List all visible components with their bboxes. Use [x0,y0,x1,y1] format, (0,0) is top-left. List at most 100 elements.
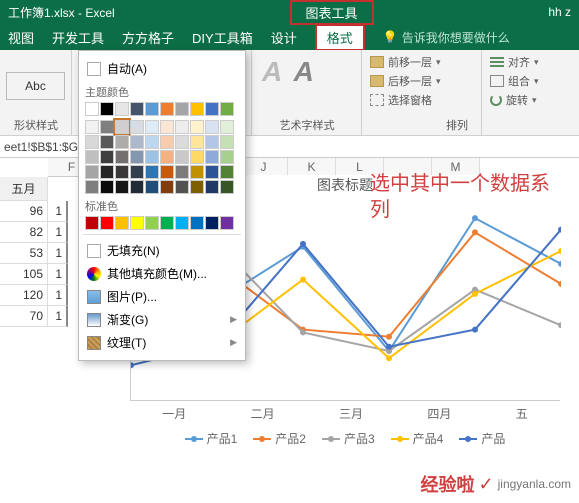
color-swatch[interactable] [175,150,189,164]
color-swatch[interactable] [190,165,204,179]
data-cell[interactable]: 1 [48,285,68,306]
color-swatch[interactable] [130,165,144,179]
color-swatch[interactable] [175,120,189,134]
color-swatch[interactable] [100,135,114,149]
group-button[interactable]: 组合▾ [490,73,544,89]
color-swatch[interactable] [160,135,174,149]
tab-design[interactable]: 设计 [271,28,297,47]
color-swatch[interactable] [190,120,204,134]
color-swatch[interactable] [115,135,129,149]
data-cell[interactable]: 120 [0,285,48,306]
color-swatch[interactable] [145,180,159,194]
data-cell[interactable]: 1 [48,201,68,222]
color-swatch[interactable] [160,216,174,230]
color-swatch[interactable] [220,165,234,179]
picture-fill-item[interactable]: 图片(P)... [85,285,239,308]
color-swatch[interactable] [205,102,219,116]
color-swatch[interactable] [145,135,159,149]
legend-item[interactable]: 产品3 [322,430,375,447]
tell-me-input[interactable]: 💡 告诉我你想要做什么 [383,29,510,46]
color-swatch[interactable] [100,102,114,116]
color-swatch[interactable] [130,216,144,230]
color-swatch[interactable] [190,150,204,164]
color-swatch[interactable] [145,216,159,230]
color-swatch[interactable] [220,216,234,230]
no-fill-item[interactable]: 无填充(N) [85,239,239,262]
legend-item[interactable]: 产品2 [253,430,306,447]
data-cell[interactable]: 1 [48,306,68,327]
color-swatch[interactable] [190,216,204,230]
data-cell[interactable]: 1 [48,264,68,285]
color-swatch[interactable] [160,180,174,194]
color-swatch[interactable] [190,102,204,116]
legend-item[interactable]: 产品1 [185,430,238,447]
color-swatch[interactable] [85,216,99,230]
color-swatch[interactable] [205,180,219,194]
data-cell[interactable]: 1 [48,243,68,264]
color-swatch[interactable] [160,120,174,134]
tab-developer[interactable]: 开发工具 [52,28,104,47]
tab-diy[interactable]: DIY工具箱 [192,28,253,47]
color-swatch[interactable] [115,120,129,134]
data-cell[interactable]: 70 [0,306,48,327]
align-button[interactable]: 对齐▾ [490,54,544,70]
color-swatch[interactable] [160,150,174,164]
selection-pane-button[interactable]: 选择窗格 [370,92,473,108]
color-swatch[interactable] [220,180,234,194]
color-swatch[interactable] [85,150,99,164]
color-swatch[interactable] [100,180,114,194]
color-swatch[interactable] [220,120,234,134]
data-cell[interactable]: 1 [48,222,68,243]
color-swatch[interactable] [85,135,99,149]
color-swatch[interactable] [205,120,219,134]
color-swatch[interactable] [130,102,144,116]
auto-color-item[interactable]: 自动(A) [85,57,239,80]
color-swatch[interactable] [205,165,219,179]
color-swatch[interactable] [115,216,129,230]
color-swatch[interactable] [205,135,219,149]
data-cell[interactable]: 53 [0,243,48,264]
data-cell[interactable]: 105 [0,264,48,285]
color-swatch[interactable] [85,102,99,116]
rotate-button[interactable]: 旋转▾ [490,92,544,108]
color-swatch[interactable] [85,120,99,134]
month-header-cell[interactable]: 五月 [0,177,48,201]
color-swatch[interactable] [190,180,204,194]
legend-item[interactable]: 产品4 [391,430,444,447]
gradient-fill-item[interactable]: 渐变(G) ▶ [85,308,239,331]
color-swatch[interactable] [130,150,144,164]
tab-view[interactable]: 视图 [8,28,34,47]
color-swatch[interactable] [130,120,144,134]
color-swatch[interactable] [115,102,129,116]
color-swatch[interactable] [205,150,219,164]
legend-item[interactable]: 产品 [459,430,505,447]
color-swatch[interactable] [115,165,129,179]
color-swatch[interactable] [175,165,189,179]
tab-fangfang[interactable]: 方方格子 [122,28,174,47]
color-swatch[interactable] [100,216,114,230]
color-swatch[interactable] [85,165,99,179]
color-swatch[interactable] [115,180,129,194]
data-cell[interactable]: 82 [0,222,48,243]
texture-fill-item[interactable]: 纹理(T) ▶ [85,331,239,354]
color-swatch[interactable] [175,135,189,149]
color-swatch[interactable] [220,150,234,164]
color-swatch[interactable] [160,102,174,116]
data-cell[interactable]: 96 [0,201,48,222]
color-swatch[interactable] [160,165,174,179]
color-swatch[interactable] [85,180,99,194]
color-swatch[interactable] [205,216,219,230]
color-swatch[interactable] [220,102,234,116]
tab-format[interactable]: 格式 [315,24,365,51]
color-swatch[interactable] [145,165,159,179]
wordart-preset-2[interactable]: A [294,56,314,87]
color-swatch[interactable] [175,102,189,116]
color-swatch[interactable] [100,120,114,134]
chart-tools-tab[interactable]: 图表工具 [290,0,374,25]
color-swatch[interactable] [145,120,159,134]
color-swatch[interactable] [145,150,159,164]
color-swatch[interactable] [115,150,129,164]
shape-fill-dropdown[interactable]: 自动(A) 主题颜色 标准色 无填充(N) 其他填充颜色(M)... 图片(P)… [78,50,246,361]
send-backward-button[interactable]: 后移一层▾ [370,73,473,89]
shape-style-preset[interactable]: Abc [6,72,65,100]
